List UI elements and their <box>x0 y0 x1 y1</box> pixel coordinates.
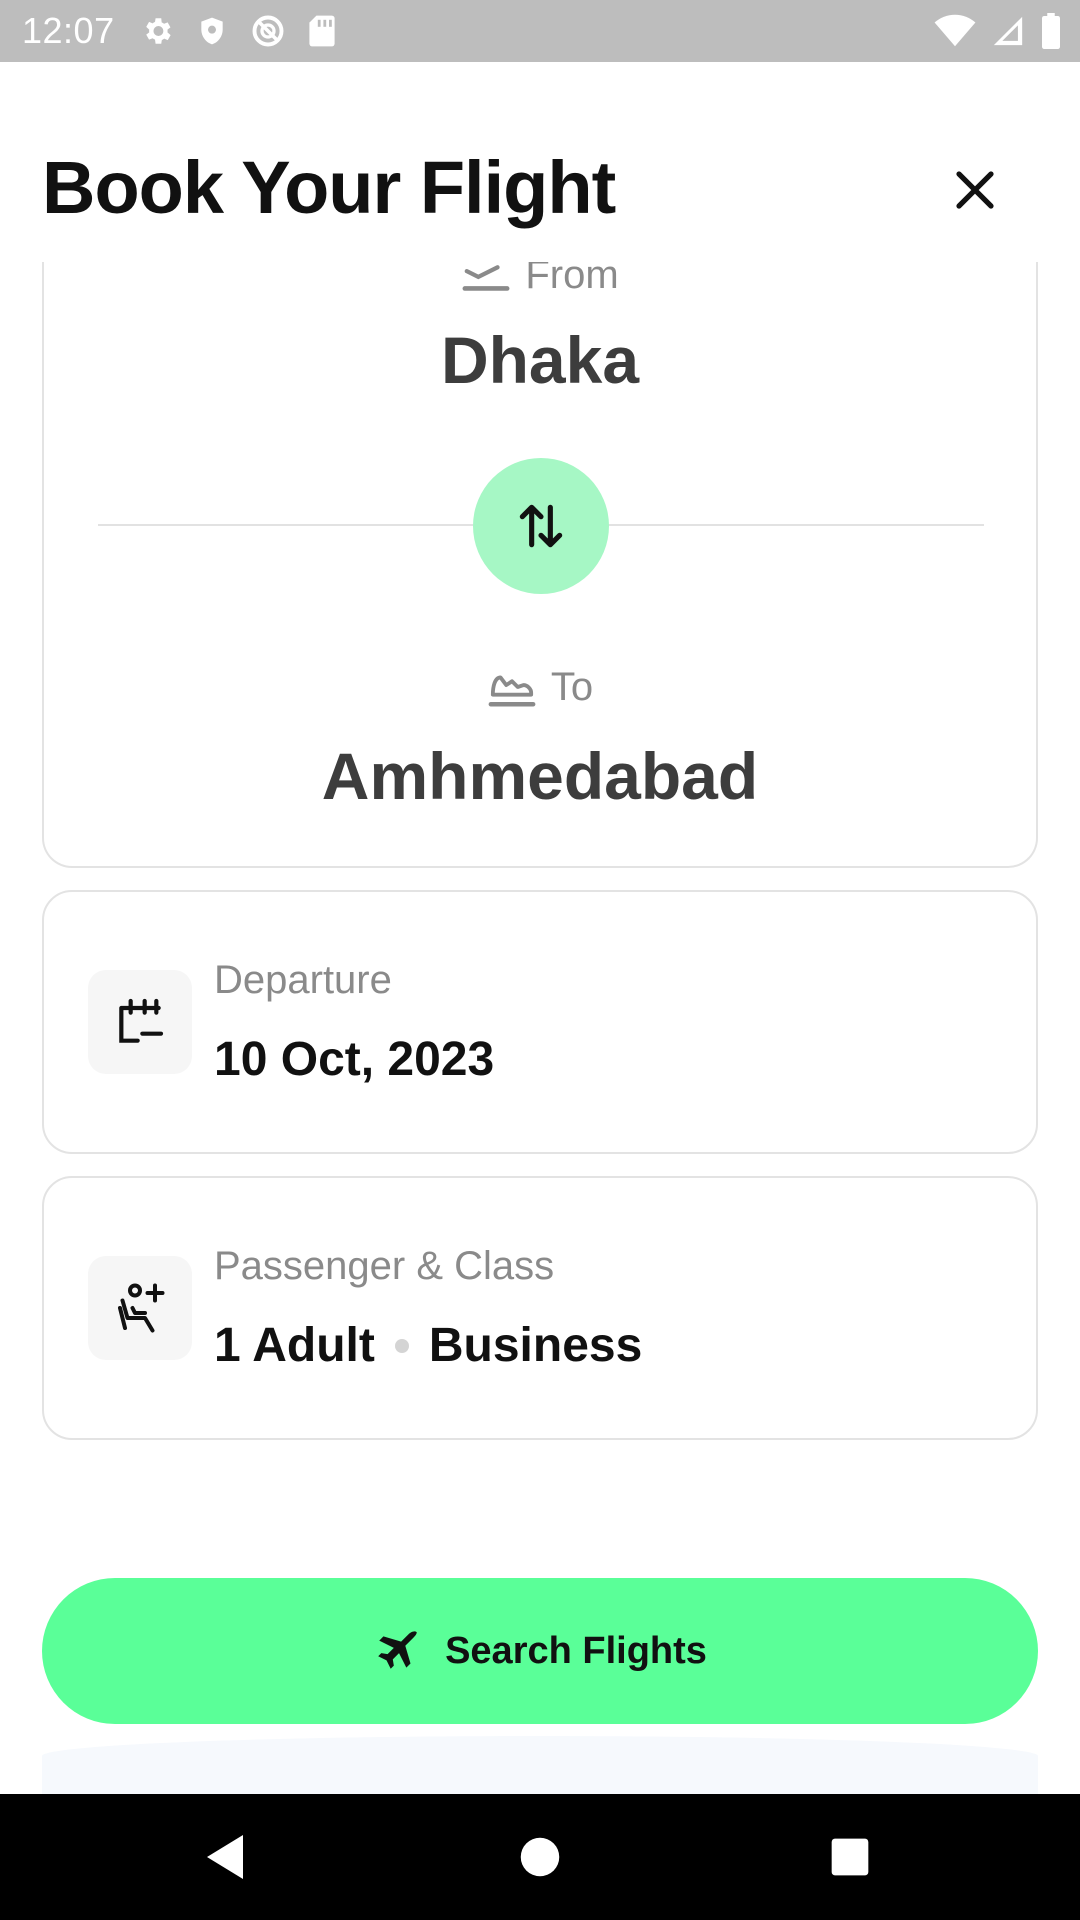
takeoff-icon <box>462 265 510 291</box>
page-title: Book Your Flight <box>42 146 616 229</box>
seat-add-icon <box>118 1283 165 1333</box>
calendar-icon <box>119 998 164 1043</box>
departure-value: 10 Oct, 2023 <box>214 1033 495 1086</box>
search-flights-label: Search Flights <box>445 1629 707 1672</box>
close-button[interactable] <box>945 160 1005 220</box>
home-circle-icon <box>520 1837 560 1877</box>
back-triangle-icon <box>207 1835 243 1879</box>
passenger-label: Passenger & Class <box>214 1244 555 1288</box>
route-card: From Dhaka To Amhmedabad <box>42 262 1038 868</box>
passenger-count: 1 Adult <box>214 1319 375 1372</box>
departure-label: Departure <box>214 958 392 1002</box>
nav-back-button[interactable] <box>165 1794 285 1920</box>
status-icons-left <box>140 12 336 50</box>
nav-recents-button[interactable] <box>790 1794 910 1920</box>
to-field[interactable]: To <box>44 662 1036 712</box>
battery-icon <box>1042 13 1060 49</box>
passenger-value: 1 Adult Business <box>214 1318 642 1373</box>
from-city[interactable]: Dhaka <box>44 322 1036 398</box>
from-field[interactable]: From <box>44 262 1036 300</box>
airplane-icon <box>378 1631 417 1669</box>
swap-vertical-icon <box>519 504 563 548</box>
passenger-card[interactable]: Passenger & Class 1 Adult Business <box>42 1176 1038 1440</box>
to-label: To <box>550 664 594 709</box>
departure-card[interactable]: Departure 10 Oct, 2023 <box>42 890 1038 1154</box>
separator-dot <box>394 1338 409 1353</box>
departure-icon-box <box>88 970 192 1074</box>
close-icon <box>956 171 994 209</box>
data-saver-icon <box>252 15 284 47</box>
settings-icon <box>146 18 171 44</box>
wifi-icon <box>934 14 976 47</box>
status-bar: 12:07 <box>0 0 1080 62</box>
shield-icon <box>201 17 223 45</box>
recents-square-icon <box>831 1838 869 1876</box>
from-label: From <box>525 262 619 297</box>
to-city[interactable]: Amhmedabad <box>44 738 1036 814</box>
signal-icon <box>993 16 1023 46</box>
status-icons-right <box>934 12 1062 50</box>
travel-class: Business <box>428 1319 643 1372</box>
landing-icon <box>488 675 536 707</box>
sd-card-icon <box>309 15 335 47</box>
nav-home-button[interactable] <box>480 1794 600 1920</box>
passenger-icon-box <box>88 1256 192 1360</box>
bottom-sheet-peek <box>42 1736 1038 1796</box>
status-time: 12:07 <box>22 10 115 51</box>
navigation-bar <box>0 1794 1080 1920</box>
search-flights-button[interactable]: Search Flights <box>42 1578 1038 1724</box>
swap-button[interactable] <box>473 458 609 594</box>
